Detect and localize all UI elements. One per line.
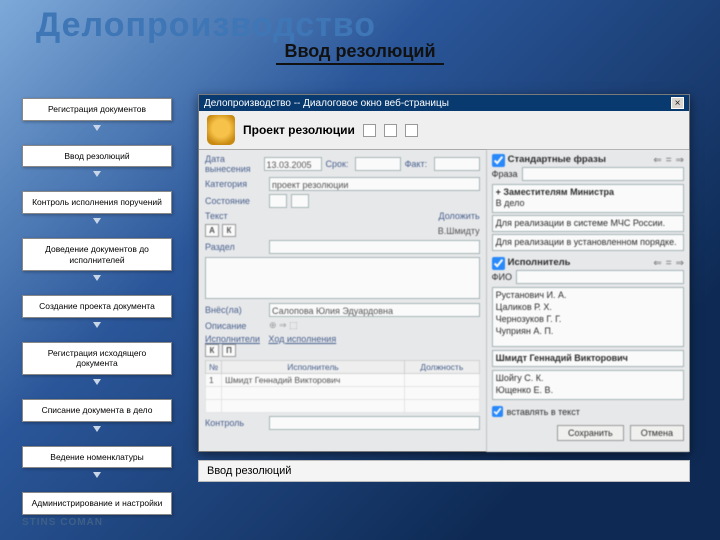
controller-input[interactable]	[269, 416, 480, 430]
th-executor: Исполнитель	[222, 361, 405, 374]
phrase-label: Фраза	[492, 169, 518, 179]
arrow-icon	[93, 379, 101, 385]
phrase-block[interactable]: Для реализации в системе МЧС России.	[492, 215, 684, 232]
state-cell[interactable]	[291, 194, 309, 208]
executor-checkbox[interactable]	[492, 257, 505, 270]
description-label: Описание	[205, 321, 265, 331]
list-item[interactable]: Ющенко Е. В.	[496, 384, 680, 396]
toolbar-icon[interactable]	[363, 124, 376, 137]
std-phrases-label: Стандартные фразы	[508, 154, 606, 165]
subtitle: Ввод резолюций	[276, 41, 443, 65]
close-icon[interactable]: ×	[671, 97, 684, 109]
deadline-label: Срок:	[326, 159, 351, 169]
date-label: Дата вынесения	[205, 154, 260, 174]
arrow-icon	[93, 218, 101, 224]
executor-label: Исполнитель	[508, 257, 571, 268]
page-title: Делопроизводство	[0, 0, 720, 45]
executor-list-2[interactable]: Шойгу С. К. Ющенко Е. В.	[492, 370, 684, 400]
dialog-title: Проект резолюции	[243, 123, 355, 137]
list-item[interactable]: Рустанович И. А.	[496, 289, 680, 301]
list-item[interactable]: Чернозуков Г. Г.	[496, 313, 680, 325]
list-item[interactable]: Чуприян А. П.	[496, 325, 680, 337]
nav-arrows[interactable]: ⇐=⇒	[653, 258, 684, 269]
sidebar: Регистрация документов Ввод резолюций Ко…	[22, 98, 172, 515]
assignee-text: В.Шмидту	[438, 226, 480, 236]
arrow-icon	[93, 426, 101, 432]
tab-a[interactable]: А	[205, 224, 219, 237]
fact-label: Факт:	[405, 159, 430, 169]
state-cell[interactable]	[269, 194, 287, 208]
fact-input[interactable]	[434, 157, 480, 171]
author-label: Внёс(ла)	[205, 305, 265, 315]
cell-post	[404, 374, 479, 387]
kp-p[interactable]: П	[222, 344, 236, 357]
save-button[interactable]: Сохранить	[557, 425, 624, 441]
sidebar-item-nomenclature[interactable]: Ведение номенклатуры	[22, 446, 172, 469]
controller-label: Контроль	[205, 418, 265, 428]
cell-name: Шмидт Геннадий Викторович	[222, 374, 405, 387]
tab-executors[interactable]: Исполнители	[205, 334, 260, 344]
sidebar-item-admin[interactable]: Администрирование и настройки	[22, 492, 172, 515]
sidebar-item-resolutions[interactable]: Ввод резолюций	[22, 145, 172, 168]
sidebar-item-draft[interactable]: Создание проекта документа	[22, 295, 172, 318]
cancel-button[interactable]: Отмена	[630, 425, 684, 441]
state-label: Состояние	[205, 196, 265, 206]
arrow-icon	[93, 125, 101, 131]
list-item[interactable]: Цаликов Р. Х.	[496, 301, 680, 313]
author-input[interactable]: Салопова Юлия Эдуардовна	[269, 303, 480, 317]
deadline-input[interactable]	[355, 157, 401, 171]
toolbar-icon[interactable]	[384, 124, 397, 137]
text-area[interactable]	[205, 257, 480, 299]
arrow-icon	[93, 322, 101, 328]
phrase-block[interactable]: Для реализации в установленном порядке.	[492, 234, 684, 251]
sidebar-item-deliver[interactable]: Доведение документов до исполнителей	[22, 238, 172, 271]
dialog-window-title: Делопроизводство -- Диалоговое окно веб-…	[204, 98, 449, 109]
sidebar-item-outgoing[interactable]: Регистрация исходящего документа	[22, 342, 172, 375]
table-row[interactable]: 1 Шмидт Геннадий Викторович	[206, 374, 480, 387]
sidebar-item-writeoff[interactable]: Списание документа в дело	[22, 399, 172, 422]
form-panel: Дата вынесения 13.03.2005 Срок: Факт: Ка…	[199, 150, 486, 452]
footer-logo: STINS COMAN	[22, 517, 103, 528]
arrow-icon	[93, 171, 101, 177]
sidebar-item-control[interactable]: Контроль исполнения поручений	[22, 191, 172, 214]
executors-table: № Исполнитель Должность 1 Шмидт Геннадий…	[205, 360, 480, 413]
executor-list[interactable]: Рустанович И. А. Цаликов Р. Х. Чернозуко…	[492, 287, 684, 347]
cell-num: 1	[206, 374, 222, 387]
th-num: №	[206, 361, 222, 374]
dialog-header: Проект резолюции	[199, 111, 689, 150]
dialog-titlebar: Делопроизводство -- Диалоговое окно веб-…	[199, 95, 689, 111]
insert-checkbox[interactable]	[492, 406, 503, 417]
category-label: Категория	[205, 179, 265, 189]
right-panel: Стандартные фразы ⇐=⇒ Фраза + Заместител…	[486, 150, 689, 452]
arrow-icon	[93, 275, 101, 281]
phrase-block[interactable]: + Заместителям Министра В дело	[492, 184, 684, 213]
toolbar-icon[interactable]	[405, 124, 418, 137]
selected-executor[interactable]: Шмидт Геннадий Викторович	[492, 350, 684, 367]
tab-k[interactable]: К	[222, 224, 236, 237]
text-button[interactable]: Доложить	[439, 211, 480, 221]
sidebar-item-register[interactable]: Регистрация документов	[22, 98, 172, 121]
arrow-icon	[93, 472, 101, 478]
insert-label: вставлять в текст	[507, 407, 580, 417]
nav-arrows[interactable]: ⇐=⇒	[653, 155, 684, 166]
section-input[interactable]	[269, 240, 480, 254]
th-post: Должность	[404, 361, 479, 374]
text-label: Текст	[205, 211, 265, 221]
fio-label: ФИО	[492, 272, 512, 282]
date-input[interactable]: 13.03.2005	[264, 157, 322, 171]
section-label: Раздел	[205, 242, 265, 252]
fio-input[interactable]	[516, 270, 684, 284]
caption-bar: Ввод резолюций	[198, 460, 690, 482]
category-input[interactable]: проект резолюции	[269, 177, 480, 191]
list-item[interactable]: Шойгу С. К.	[496, 372, 680, 384]
resolution-dialog: Делопроизводство -- Диалоговое окно веб-…	[198, 94, 690, 452]
std-phrases-checkbox[interactable]	[492, 154, 505, 167]
tab-progress[interactable]: Ход исполнения	[268, 334, 336, 344]
kp-k[interactable]: К	[205, 344, 219, 357]
phrase-input[interactable]	[522, 167, 684, 181]
emblem-icon	[207, 115, 235, 145]
